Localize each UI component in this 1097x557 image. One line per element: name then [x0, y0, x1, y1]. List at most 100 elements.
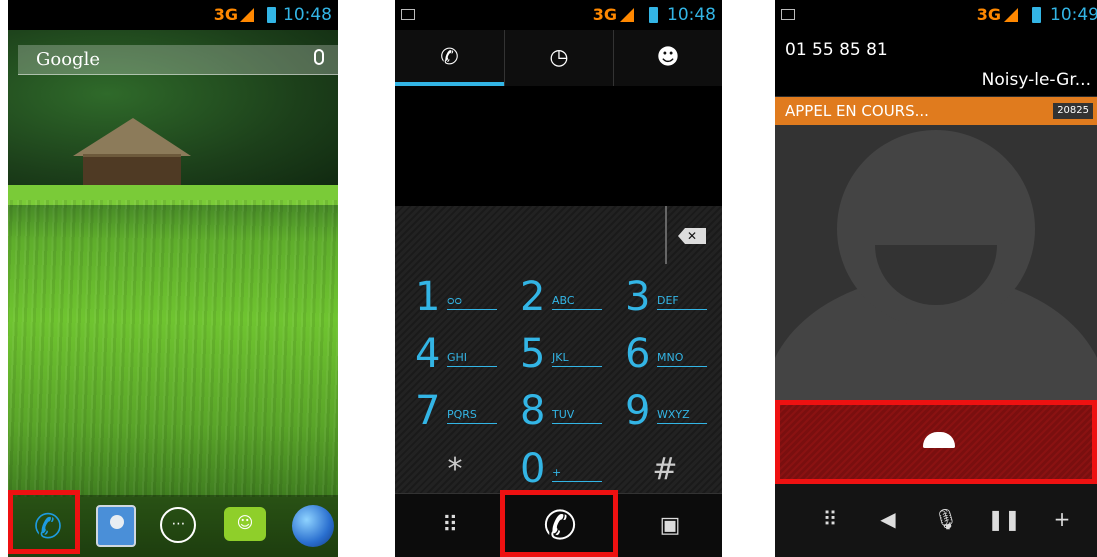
- highlight-phone-app: [8, 490, 80, 554]
- backspace-button[interactable]: ✕: [672, 226, 712, 246]
- key-letters: WXYZ: [657, 408, 707, 424]
- phone-icon: ✆: [440, 45, 459, 70]
- messaging-app-icon[interactable]: ☺: [220, 503, 268, 549]
- key-3[interactable]: 3 DEF: [615, 274, 715, 324]
- key-letters: ABC: [552, 294, 602, 310]
- key-9[interactable]: 9 WXYZ: [615, 388, 715, 438]
- key-digit: 7: [415, 388, 441, 434]
- battery-icon: [267, 7, 276, 23]
- battery-icon: [649, 7, 658, 23]
- voicemail-icon: ᴑᴑ: [447, 294, 497, 310]
- dialer-tabs: ✆ ◷ ☻: [395, 30, 722, 86]
- caller-header: 01 55 85 81 Noisy-le-Gr...: [775, 30, 1097, 96]
- highlight-end-call: [775, 400, 1097, 484]
- key-letters: JKL: [552, 351, 602, 367]
- status-bar: 3G 10:48: [8, 0, 338, 30]
- image-notification-icon: [401, 9, 415, 20]
- tab-contacts[interactable]: ☻: [613, 30, 722, 86]
- key-7[interactable]: 7 PQRS: [405, 388, 505, 438]
- signal-icon: [240, 8, 254, 22]
- key-letters: TUV: [552, 408, 602, 424]
- signal-icon: [620, 8, 634, 22]
- key-2[interactable]: 2 ABC: [510, 274, 610, 324]
- key-digit: 5: [520, 331, 546, 377]
- tab-call-log[interactable]: ◷: [504, 30, 613, 86]
- key-hash[interactable]: #: [615, 446, 715, 496]
- person-icon: ☻: [656, 45, 680, 70]
- key-star[interactable]: *: [405, 446, 505, 496]
- speaker-icon: ◀: [880, 507, 896, 531]
- key-8[interactable]: 8 TUV: [510, 388, 610, 438]
- key-letters: PQRS: [447, 408, 497, 424]
- key-1[interactable]: 1 ᴑᴑ: [405, 274, 505, 324]
- in-call-actions: ⠿ ◀ 🎙 ❚❚ +: [775, 482, 1097, 557]
- clock: 10:48: [667, 5, 716, 25]
- clock: 10:48: [283, 5, 332, 25]
- pause-icon: ❚❚: [987, 507, 1021, 531]
- key-symbol: #: [652, 452, 678, 487]
- hold-button[interactable]: ❚❚: [979, 482, 1029, 557]
- caller-location: Noisy-le-Gr...: [981, 70, 1091, 90]
- input-divider: [665, 206, 667, 264]
- call-status-bar: APPEL EN COURS... 20825: [775, 97, 1097, 125]
- key-digit: 8: [520, 388, 546, 434]
- home-screen: 3G 10:48 Google ✆ ⋯ ☺: [8, 0, 338, 557]
- highlight-call-button: [500, 490, 618, 557]
- google-search-bar[interactable]: Google: [18, 45, 338, 75]
- clock: 10:49: [1050, 5, 1097, 25]
- signal-icon: [1004, 8, 1018, 22]
- key-digit: 1: [415, 274, 441, 320]
- backspace-icon: ✕: [678, 228, 706, 244]
- key-symbol: *: [447, 452, 463, 487]
- number-display: [395, 86, 722, 206]
- key-letters: +: [552, 466, 602, 482]
- key-letters: GHI: [447, 351, 497, 367]
- key-digit: 0: [520, 446, 546, 492]
- caller-avatar: [775, 125, 1097, 402]
- key-digit: 3: [625, 274, 651, 320]
- apps-grid-icon: ⋯: [160, 507, 196, 543]
- key-6[interactable]: 6 MNO: [615, 331, 715, 381]
- in-call-screen: 3G 10:49 01 55 85 81 Noisy-le-Gr... APPE…: [775, 0, 1097, 557]
- key-0[interactable]: 0 +: [510, 446, 610, 496]
- dialer-screen: 3G 10:48 ✆ ◷ ☻ ✕ 1 ᴑᴑ 2 ABC 3 DEF 4 GHI 5 JKL…: [395, 0, 722, 557]
- key-digit: 2: [520, 274, 546, 320]
- status-bar: 3G 10:49: [775, 0, 1097, 30]
- dialpad-button[interactable]: ⠿: [805, 482, 855, 557]
- key-5[interactable]: 5 JKL: [510, 331, 610, 381]
- key-letters: MNO: [657, 351, 707, 367]
- wallpaper-house: [73, 118, 191, 194]
- call-timer: 20825: [1053, 103, 1093, 119]
- dialpad-icon: ⠿: [441, 513, 459, 538]
- key-digit: 6: [625, 331, 651, 377]
- add-call-button[interactable]: +: [1037, 482, 1087, 557]
- app-drawer-button[interactable]: ⋯: [154, 503, 202, 549]
- caller-number: 01 55 85 81: [785, 40, 888, 60]
- battery-icon: [1032, 7, 1041, 23]
- microphone-icon[interactable]: [314, 49, 324, 65]
- contacts-app-icon[interactable]: [90, 503, 138, 549]
- tab-dialer[interactable]: ✆: [395, 30, 504, 86]
- network-type: 3G: [976, 5, 1001, 24]
- clock-icon: ◷: [549, 45, 569, 70]
- globe-icon: [292, 505, 334, 547]
- browser-app-icon[interactable]: [288, 503, 336, 549]
- google-search-label: Google: [36, 49, 100, 70]
- contacts-icon: [96, 505, 136, 547]
- speaker-button[interactable]: ◀: [863, 482, 913, 557]
- image-notification-icon: [781, 9, 795, 20]
- status-bar: 3G 10:48: [395, 0, 722, 30]
- mute-button[interactable]: 🎙: [921, 482, 971, 557]
- key-digit: 9: [625, 388, 651, 434]
- key-4[interactable]: 4 GHI: [405, 331, 505, 381]
- dialpad-icon: ⠿: [822, 507, 838, 531]
- key-letters: DEF: [657, 294, 707, 310]
- contacts-button[interactable]: ▣: [635, 494, 705, 557]
- wallpaper-grass: [8, 200, 338, 497]
- dialpad-toggle-button[interactable]: ⠿: [415, 494, 485, 557]
- key-digit: 4: [415, 331, 441, 377]
- microphone-icon: 🎙: [933, 507, 959, 531]
- add-person-icon: +: [1053, 507, 1071, 531]
- contact-card-icon: ▣: [659, 513, 681, 538]
- network-type: 3G: [213, 5, 238, 24]
